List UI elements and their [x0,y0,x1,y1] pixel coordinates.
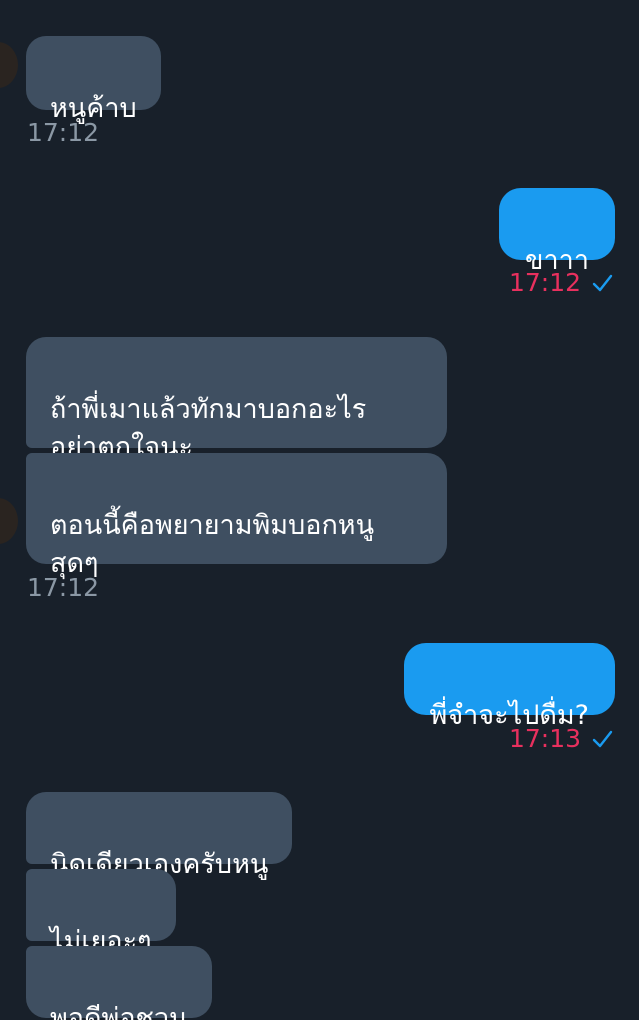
message-bubble-incoming[interactable]: ไม่เยอะๆ [26,869,176,957]
message-text: พอดีพ่อชวน [50,1003,188,1020]
message-text: ตอนนี้คือพยายามพิมบอกหนู สุดๆ [50,510,375,579]
message-bubble-incoming[interactable]: หนูค้าบ [26,36,161,124]
avatar[interactable] [0,498,18,544]
message-status: 17:13 [509,724,613,753]
chat-screen: หนูค้าบ 17:12 ขาาา 17:12 ถ้าพี่เมาแล้วทั… [0,0,639,1020]
message-bubble-incoming[interactable]: ตอนนี้คือพยายามพิมบอกหนู สุดๆ [26,453,447,579]
avatar[interactable] [0,42,18,88]
message-bubble-incoming[interactable]: พอดีพ่อชวน [26,946,212,1020]
message-status: 17:12 [509,268,613,297]
message-bubble-incoming[interactable]: นิดเดียวเองครับหนู [26,792,293,880]
message-timestamp: 17:13 [508,724,581,753]
message-timestamp: 17:12 [27,118,100,147]
message-bubble-incoming[interactable]: ถ้าพี่เมาแล้วทักมาบอกอะไร อย่าตกใจนะ [26,337,447,463]
message-bubble-outgoing[interactable]: พี่จำจะไปดื่ม? [403,643,615,731]
message-bubble-outgoing[interactable]: ขาาา [499,188,615,276]
checkmark-icon [592,730,613,747]
message-timestamp: 17:12 [508,268,581,297]
message-timestamp: 17:12 [27,573,100,602]
checkmark-icon [592,274,613,291]
